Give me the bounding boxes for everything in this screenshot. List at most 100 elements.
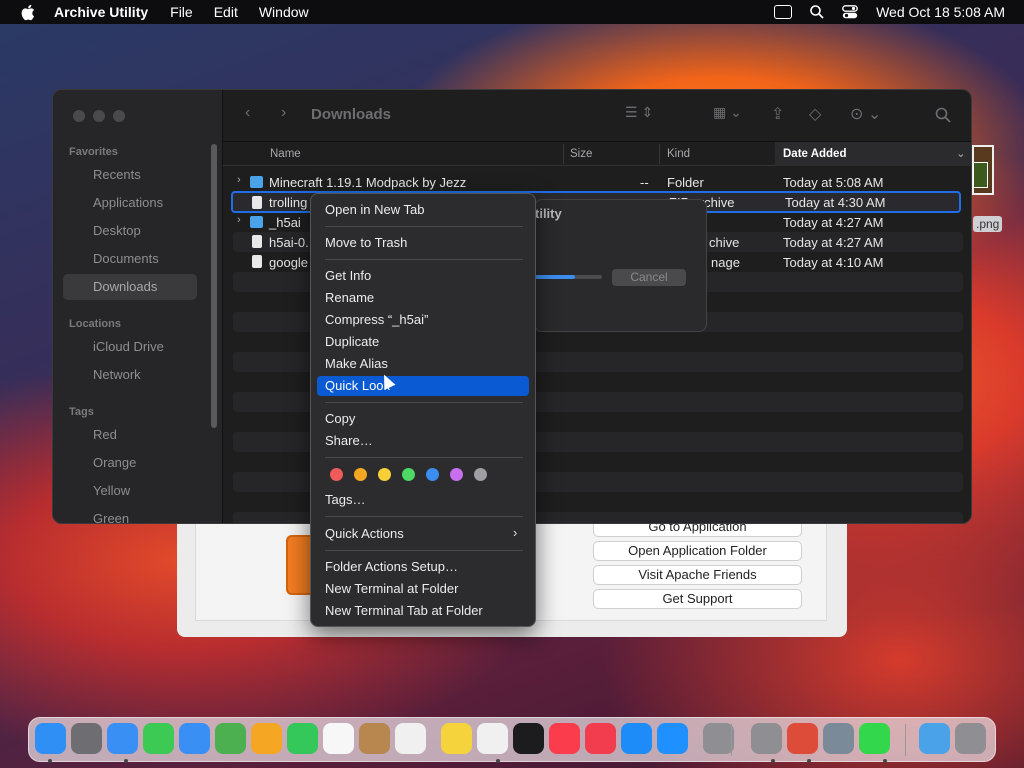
facetime-icon[interactable] [287,723,318,754]
sidebar-item-tag-green[interactable]: Green [63,506,197,523]
action-icon[interactable]: ⊙ ⌄ [850,104,881,124]
menu-item-folder-actions-setup[interactable]: Folder Actions Setup… [317,557,529,577]
finder-sidebar: Favorites Recents Applications Desktop D… [53,90,223,523]
preview-icon[interactable] [823,723,854,754]
launchpad-icon[interactable] [71,723,102,754]
disclosure-icon[interactable]: › [237,174,241,186]
dialog-title: tility [535,206,562,221]
finder-icon[interactable] [35,723,66,754]
app-store-icon[interactable] [657,723,688,754]
back-icon[interactable]: ‹ [245,104,250,122]
menu-item-new-terminal-at-folder[interactable]: New Terminal at Folder [317,579,529,599]
cancel-button[interactable]: Cancel [612,269,686,286]
running-indicator [48,759,52,763]
sidebar-item-documents[interactable]: Documents [63,246,197,272]
tag-yellow-dot[interactable] [378,468,391,481]
news-icon[interactable] [585,723,616,754]
menu-item-move-to-trash[interactable]: Move to Trash [317,233,529,253]
column-name[interactable]: Name [270,148,301,160]
menubar-clock[interactable]: Wed Oct 18 5:08 AM [876,4,1005,20]
menu-file[interactable]: File [170,4,193,20]
photos-icon[interactable] [251,723,282,754]
app-menu[interactable]: Archive Utility [54,4,148,20]
freeform-icon[interactable] [477,723,508,754]
group-icon[interactable]: ▦ ⌄ [713,104,742,121]
column-kind[interactable]: Kind [667,148,690,160]
menu-item-new-terminal-tab-at-folder[interactable]: New Terminal Tab at Folder [317,601,529,621]
share-icon[interactable]: ⇪ [771,104,784,124]
reminders-icon[interactable] [395,723,426,754]
keynote-icon[interactable] [621,723,652,754]
apple-tv-icon[interactable] [513,723,544,754]
menu-item-copy[interactable]: Copy [317,409,529,429]
menu-item-make-alias[interactable]: Make Alias [317,354,529,374]
progress-bar-fill [535,275,576,279]
sort-chevron-icon[interactable]: ⌄ [956,146,966,160]
sidebar-scrollbar[interactable] [211,144,217,428]
menu-item-duplicate[interactable]: Duplicate [317,332,529,352]
sidebar-item-network[interactable]: Network [63,362,197,388]
sidebar-item-desktop[interactable]: Desktop [63,218,197,244]
tag-orange-dot[interactable] [354,468,367,481]
column-divider [659,144,660,164]
tag-gray-dot[interactable] [474,468,487,481]
messages-icon[interactable] [143,723,174,754]
calendar-icon[interactable] [323,723,354,754]
tag-red-dot[interactable] [330,468,343,481]
stage-manager-icon[interactable] [774,5,793,19]
list-view-icon[interactable]: ☰ ⇕ [625,104,653,121]
music-icon[interactable] [549,723,580,754]
maps-icon[interactable] [215,723,246,754]
battery-app-icon[interactable] [859,723,890,754]
apple-menu-icon[interactable] [19,3,35,21]
desktop-file-label[interactable]: .png [973,216,1003,232]
sidebar-item-applications[interactable]: Applications [63,190,197,216]
open-application-folder-button[interactable]: Open Application Folder [593,541,802,561]
sidebar-item-tag-yellow[interactable]: Yellow [63,478,197,504]
control-center-icon[interactable] [842,5,858,19]
sidebar-item-downloads[interactable]: Downloads [63,274,197,300]
menu-item-open-in-new-tab[interactable]: Open in New Tab [317,200,529,220]
spotlight-icon[interactable] [810,5,824,19]
menu-item-share[interactable]: Share… [317,431,529,451]
menu-item-quick-actions[interactable]: Quick Actions [317,524,529,544]
tag-green-dot[interactable] [402,468,415,481]
menu-item-quick-look[interactable]: Quick Look [317,376,529,396]
menu-window[interactable]: Window [259,4,309,20]
sidebar-header-favorites: Favorites [69,146,118,158]
menu-item-compress[interactable]: Compress “_h5ai” [317,310,529,330]
forward-icon[interactable]: › [281,104,286,122]
sidebar-item-recents[interactable]: Recents [63,162,197,188]
search-icon[interactable] [935,107,951,123]
sidebar-item-icloud-drive[interactable]: iCloud Drive [63,334,197,360]
mail-icon[interactable] [179,723,210,754]
downloads-folder-icon[interactable] [919,723,950,754]
close-window-button[interactable] [73,110,85,122]
column-date-added[interactable]: Date Added [783,148,846,160]
menu-item-tags[interactable]: Tags… [317,490,529,510]
get-support-button[interactable]: Get Support [593,589,802,609]
menu-item-get-info[interactable]: Get Info [317,266,529,286]
menu-item-rename[interactable]: Rename [317,288,529,308]
system-preferences-icon[interactable] [751,723,782,754]
tag-icon[interactable]: ◇ [809,104,821,124]
system-settings-icon[interactable] [703,723,734,754]
visit-apache-friends-button[interactable]: Visit Apache Friends [593,565,802,585]
table-row[interactable]: › Minecraft 1.19.1 Modpack by Jezz -- Fo… [233,172,963,192]
notes-icon[interactable] [441,723,472,754]
contacts-icon[interactable] [359,723,390,754]
zoom-window-button[interactable] [113,110,125,122]
tag-purple-dot[interactable] [450,468,463,481]
disclosure-icon[interactable]: › [237,214,241,226]
trash-icon[interactable] [955,723,986,754]
column-size[interactable]: Size [570,148,592,160]
dock-separator [905,724,906,756]
tag-blue-dot[interactable] [426,468,439,481]
menu-edit[interactable]: Edit [214,4,238,20]
file-name: google [269,255,309,270]
sidebar-item-tag-orange[interactable]: Orange [63,450,197,476]
minimize-window-button[interactable] [93,110,105,122]
safari-icon[interactable] [107,723,138,754]
sidebar-item-tag-red[interactable]: Red [63,422,197,448]
chrome-icon[interactable] [787,723,818,754]
